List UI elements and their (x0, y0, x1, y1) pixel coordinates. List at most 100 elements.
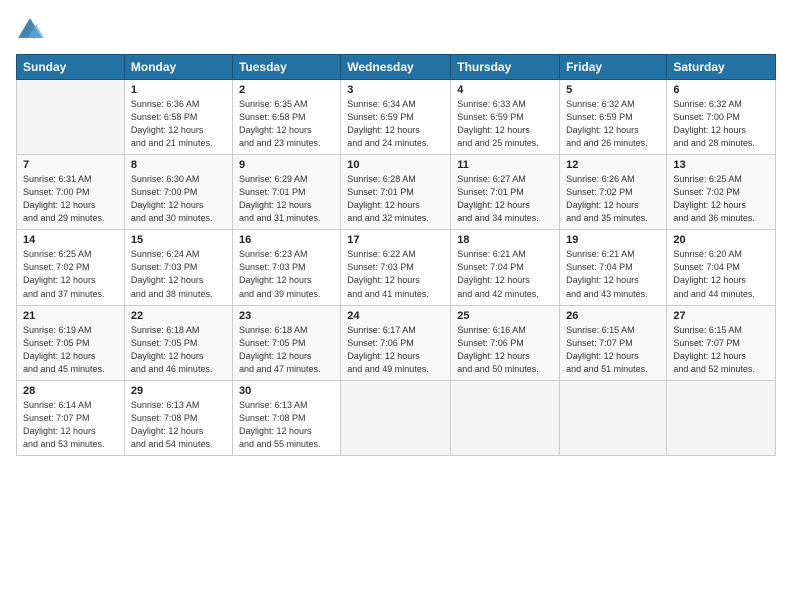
sunrise-text: Sunrise: 6:15 AM (673, 325, 742, 335)
header-cell-monday: Monday (124, 55, 232, 80)
sunrise-text: Sunrise: 6:27 AM (457, 174, 526, 184)
calendar-day-25: 25Sunrise: 6:16 AMSunset: 7:06 PMDayligh… (451, 305, 560, 380)
daylight-hours: Daylight: 12 hours (239, 351, 312, 361)
calendar-day-6: 6Sunrise: 6:32 AMSunset: 7:00 PMDaylight… (667, 80, 776, 155)
calendar-day-20: 20 Sunrise: 6:20 AMSunset: 7:04 PMDayligh… (667, 230, 776, 305)
daylight-hours: Daylight: 12 hours (673, 125, 746, 135)
sunrise-text: Sunrise: 6:14 AM (23, 400, 92, 410)
day-number: 2 (239, 84, 334, 96)
calendar-day-4: 4Sunrise: 6:33 AMSunset: 6:59 PMDaylight… (451, 80, 560, 155)
daylight-minutes: and and 34 minutes. (457, 213, 539, 223)
day-info: Sunrise: 6:20 AMSunset: 7:04 PMDaylight:… (673, 248, 769, 300)
sunrise-text: Sunrise: 6:20 AM (673, 249, 742, 259)
day-number: 30 (239, 385, 334, 397)
calendar-header-row: SundayMondayTuesdayWednesdayThursdayFrid… (17, 55, 776, 80)
daylight-hours: Daylight: 12 hours (239, 200, 312, 210)
daylight-hours: Daylight: 12 hours (457, 275, 530, 285)
sunrise-text: Sunrise: 6:25 AM (673, 174, 742, 184)
daylight-minutes: and and 37 minutes. (23, 289, 105, 299)
day-number: 12 (566, 159, 660, 171)
daylight-hours: Daylight: 12 hours (457, 351, 530, 361)
day-number: 11 (457, 159, 553, 171)
sunset-text: Sunset: 7:03 PM (131, 262, 198, 272)
sunset-text: Sunset: 7:05 PM (239, 338, 306, 348)
calendar-day-2: 2 Sunrise: 6:35 AMSunset: 6:58 PMDaylight… (232, 80, 340, 155)
calendar-day-7: 7 Sunrise: 6:31 AMSunset: 7:00 PMDaylight… (17, 155, 125, 230)
day-info: Sunrise: 6:34 AMSunset: 6:59 PMDaylight:… (347, 98, 444, 150)
sunset-text: Sunset: 7:01 PM (239, 187, 306, 197)
calendar-day-18: 18Sunrise: 6:21 AMSunset: 7:04 PMDayligh… (451, 230, 560, 305)
sunset-text: Sunset: 7:00 PM (131, 187, 198, 197)
daylight-hours: Daylight: 12 hours (23, 200, 96, 210)
header-cell-thursday: Thursday (451, 55, 560, 80)
day-info: Sunrise: 6:35 AMSunset: 6:58 PMDaylight:… (239, 98, 334, 150)
day-number: 28 (23, 385, 118, 397)
day-info: Sunrise: 6:27 AMSunset: 7:01 PMDaylight:… (457, 173, 553, 225)
daylight-hours: Daylight: 12 hours (23, 275, 96, 285)
sunset-text: Sunset: 7:02 PM (23, 262, 90, 272)
day-number: 26 (566, 310, 660, 322)
daylight-hours: Daylight: 12 hours (239, 275, 312, 285)
calendar-day-empty (451, 380, 560, 455)
calendar-week-2: 7 Sunrise: 6:31 AMSunset: 7:00 PMDaylight… (17, 155, 776, 230)
calendar-day-empty (341, 380, 451, 455)
day-info: Sunrise: 6:13 AMSunset: 7:08 PMDaylight:… (131, 399, 226, 451)
daylight-hours: Daylight: 12 hours (239, 426, 312, 436)
day-info: Sunrise: 6:17 AMSunset: 7:06 PMDaylight:… (347, 324, 444, 376)
calendar-day-empty (667, 380, 776, 455)
daylight-minutes: and and 46 minutes. (131, 364, 213, 374)
sunset-text: Sunset: 7:04 PM (566, 262, 633, 272)
header-cell-wednesday: Wednesday (341, 55, 451, 80)
day-info: Sunrise: 6:33 AMSunset: 6:59 PMDaylight:… (457, 98, 553, 150)
sunset-text: Sunset: 7:08 PM (131, 413, 198, 423)
daylight-hours: Daylight: 12 hours (131, 426, 204, 436)
sunset-text: Sunset: 7:05 PM (23, 338, 90, 348)
day-info: Sunrise: 6:22 AMSunset: 7:03 PMDaylight:… (347, 248, 444, 300)
day-info: Sunrise: 6:15 AMSunset: 7:07 PMDaylight:… (566, 324, 660, 376)
sunrise-text: Sunrise: 6:19 AM (23, 325, 92, 335)
sunset-text: Sunset: 7:01 PM (457, 187, 524, 197)
calendar-day-11: 11Sunrise: 6:27 AMSunset: 7:01 PMDayligh… (451, 155, 560, 230)
day-info: Sunrise: 6:14 AMSunset: 7:07 PMDaylight:… (23, 399, 118, 451)
day-number: 20 (673, 234, 769, 246)
day-info: Sunrise: 6:31 AMSunset: 7:00 PMDaylight:… (23, 173, 118, 225)
header-cell-sunday: Sunday (17, 55, 125, 80)
daylight-hours: Daylight: 12 hours (131, 200, 204, 210)
sunset-text: Sunset: 7:07 PM (23, 413, 90, 423)
day-number: 13 (673, 159, 769, 171)
daylight-hours: Daylight: 12 hours (566, 125, 639, 135)
calendar-day-16: 16Sunrise: 6:23 AMSunset: 7:03 PMDayligh… (232, 230, 340, 305)
daylight-hours: Daylight: 12 hours (23, 351, 96, 361)
day-number: 29 (131, 385, 226, 397)
daylight-minutes: and and 54 minutes. (131, 439, 213, 449)
daylight-minutes: and and 26 minutes. (566, 138, 648, 148)
sunrise-text: Sunrise: 6:29 AM (239, 174, 308, 184)
daylight-hours: Daylight: 12 hours (566, 200, 639, 210)
logo-icon (16, 16, 44, 44)
calendar-week-4: 21 Sunrise: 6:19 AM Sunset: 7:05 PM Dayligh… (17, 305, 776, 380)
sunrise-text: Sunrise: 6:36 AM (131, 99, 200, 109)
daylight-minutes: and and 24 minutes. (347, 138, 429, 148)
sunset-text: Sunset: 7:03 PM (239, 262, 306, 272)
daylight-hours: Daylight: 12 hours (347, 351, 420, 361)
day-info: Sunrise: 6:18 AMSunset: 7:05 PMDaylight:… (239, 324, 334, 376)
daylight-minutes: and and 45 minutes. (23, 364, 105, 374)
daylight-minutes: and and 29 minutes. (23, 213, 105, 223)
sunrise-text: Sunrise: 6:17 AM (347, 325, 416, 335)
day-number: 5 (566, 84, 660, 96)
header-cell-tuesday: Tuesday (232, 55, 340, 80)
daylight-hours: Daylight: 12 hours (673, 275, 746, 285)
calendar-day-3: 3Sunrise: 6:34 AMSunset: 6:59 PMDaylight… (341, 80, 451, 155)
day-number: 7 (23, 159, 118, 171)
day-number: 14 (23, 234, 118, 246)
day-info: Sunrise: 6:21 AMSunset: 7:04 PMDaylight:… (457, 248, 553, 300)
sunset-text: Sunset: 6:59 PM (457, 112, 524, 122)
header-cell-friday: Friday (560, 55, 667, 80)
day-number: 6 (673, 84, 769, 96)
day-number: 27 (673, 310, 769, 322)
day-number: 8 (131, 159, 226, 171)
sunrise-text: Sunrise: 6:28 AM (347, 174, 416, 184)
daylight-minutes: and and 35 minutes. (566, 213, 648, 223)
daylight-minutes: and and 25 minutes. (457, 138, 539, 148)
day-number: 21 (23, 310, 118, 322)
